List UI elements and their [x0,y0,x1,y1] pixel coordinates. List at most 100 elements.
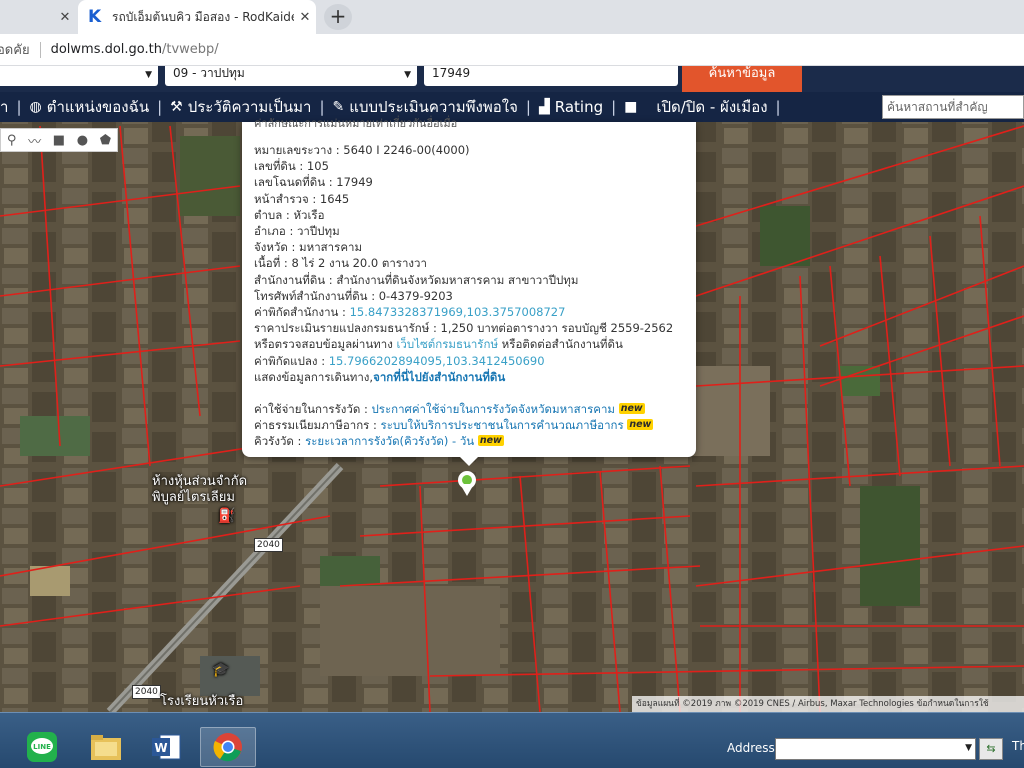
survey-fee-label: ค่าใช้จ่ายในการรังวัด : [254,402,372,417]
globe-icon: ◍ [29,99,42,115]
route-prefix: แสดงข้อมูลการเดินทาง, [254,369,374,384]
parcel-info-popup: ค่าลักษณะการแม่นหมายเท่าเกี่ยวกันอื่อเมื… [242,117,696,457]
word-app-icon: W [152,734,181,760]
polygon-tool-icon[interactable]: ⬟ [100,133,111,148]
chrome-app-button[interactable] [200,727,256,767]
close-icon[interactable]: ✕ [54,10,76,25]
survey-fee-row: ค่าใช้จ่ายในการรังวัด : ประกาศค่าใช้จ่าย… [254,401,696,417]
office-coordinate-label: ค่าพิกัดสำนักงาน : [254,305,350,320]
chrome-app-icon [213,733,242,762]
svg-text:LINE: LINE [33,743,51,751]
new-tab-button[interactable]: + [324,4,352,30]
survey-queue-link[interactable]: ระยะเวลาการรังวัด(คิวรังวัด) - วัน [305,434,474,448]
toolbar-item-city-plan-toggle[interactable]: ■ เปิด/ปิด - ผังเมือง [624,95,767,119]
edit-form-icon: ✎ [332,99,345,115]
web-content: ▼ 09 - วาปปทุม ▼ 17949 ค้นหาข้อมูล ำ | ◍… [0,66,1024,712]
district-select-value: 09 - วาปปทุม [173,66,245,80]
survey-page: หน้าสำรวจ : 1645 [254,191,350,206]
line-tool-icon[interactable]: 〰 [28,131,41,150]
parcel-coordinate-row: ค่าพิกัดแปลง : 15.7966202894095,103.3412… [254,353,696,369]
appraisal-price: ราคาประเมินรายแปลงกรมธนารักษ์ : 1,250 บา… [254,321,674,336]
search-data-button[interactable]: ค้นหาข้อมูล [682,66,802,92]
tab-previous[interactable]: ✕ [0,0,76,34]
url-path[interactable]: /tvwebp/ [162,42,219,57]
land-office: สำนักงานที่ดิน : สำนักงานที่ดินจังหวัดมห… [254,272,579,287]
tab-title: รถบัเอ็มต้นบคิว มือสอง - RodKaidee [112,9,294,24]
tax-fee-row: ค่าธรรมเนียมภาษีอากร : ระบบให้บริการประช… [254,417,696,433]
windows-taskbar: LINE W Address ▼ ⇆ Th [0,712,1024,768]
chevron-down-icon[interactable]: ▼ [965,743,972,753]
province-select[interactable]: ▼ [0,66,158,86]
chart-icon: ▟ [538,99,550,115]
file-explorer-button[interactable] [82,727,130,767]
treasury-check-suffix: หรือติดต่อสำนักงานที่ดิน [498,337,623,352]
toolbar-item-home-label: ำ [0,98,9,116]
land-number: เลขที่ดิน : 105 [254,159,329,174]
toolbar-item-my-location[interactable]: ◍ ตำแหน่งของฉัน [30,95,150,119]
security-status[interactable]: อดคัย [0,39,30,60]
subdistrict: ตำบล : หัวเรือ [254,207,325,222]
toolbar-item-city-plan-label: เปิด/ปิด - ผังเมือง [656,98,768,116]
office-coordinate-link[interactable]: 15.8473328371969,103.3757008727 [350,305,566,319]
office-phone: โทรศัพท์สำนักงานที่ดิน : 0-4379-9203 [254,288,453,303]
new-badge: new [627,419,654,431]
district: อำเภอ : วาปีปทุม [254,224,340,239]
line-app-button[interactable]: LINE [18,727,66,767]
deed-number: เลขโฉนดที่ดิน : 17949 [254,175,373,190]
province: จังหวัด : มหาสารคาม [254,240,363,255]
tax-fee-label: ค่าธรรมเนียมภาษีอากร : [254,418,381,433]
file-explorer-icon [91,735,121,760]
route-to-office-link[interactable]: จากที่นี่ไปยังสำนักงานที่ดิน [373,370,505,384]
treasury-check-row: หรือตรวจสอบข้อมูลผ่านทาง เว็บไซต์กรมธนาร… [254,336,696,352]
rectangle-tool-icon[interactable]: ■ [53,133,65,148]
parcel-number-input[interactable]: 17949 [424,66,678,86]
land-area: เนื้อที่ : 8 ไร่ 2 งาน 20.0 ตารางวา [254,256,427,271]
road-shield-2040: 2040 [254,538,283,552]
toolbar-divider: | [319,98,325,116]
chevron-down-icon: ▼ [404,70,411,80]
district-select[interactable]: 09 - วาปปทุม ▼ [165,66,417,86]
toolbar-item-home[interactable]: ำ [0,95,8,119]
route-row: แสดงข้อมูลการเดินทาง,จากที่นี่ไปยังสำนัก… [254,369,696,385]
tools-icon: ⚒ [170,99,183,115]
new-badge: new [477,435,504,447]
close-icon[interactable]: ✕ [294,10,316,25]
parcel-coordinate-label: ค่าพิกัดแปลง : [254,353,329,368]
survey-queue-row: คิวรังวัด : ระยะเวลาการรังวัด(คิวรังวัด)… [254,433,696,449]
tab-rodkaidee[interactable]: K รถบัเอ็มต้นบคิว มือสอง - RodKaidee ✕ [78,0,316,34]
parcel-search-row: ▼ 09 - วาปปทุม ▼ 17949 ค้นหาข้อมูล [0,66,1024,92]
toolbar-divider: | [157,98,163,116]
tray-clock: Th [1012,739,1024,753]
address-bar[interactable]: อดคัย dolwms.dol.go.th /tvwebp/ [0,34,1024,66]
treasury-check-prefix: หรือตรวจสอบข้อมูลผ่านทาง [254,337,397,352]
place-search-input[interactable]: ค้นหาสถานที่สำคัญ [882,95,1024,119]
taskbar-address-go-button[interactable]: ⇆ [979,738,1003,760]
svg-text:W: W [154,741,167,755]
road-shield-2040: 2040 [132,685,161,699]
survey-fee-link[interactable]: ประกาศค่าใช้จ่ายในการรังวัดจังหวัดมหาสาร… [371,402,615,416]
office-coordinate-row: ค่าพิกัดสำนักงาน : 15.8473328371969,103.… [254,304,696,320]
main-toolbar: ำ | ◍ ตำแหน่งของฉัน | ⚒ ประวัติความเป็นม… [0,92,1024,122]
toolbar-item-rating-label: Rating [554,98,604,116]
toolbar-divider: | [775,98,781,116]
word-app-button[interactable]: W [142,727,190,767]
url-host[interactable]: dolwms.dol.go.th [51,42,162,57]
marker-tool-icon[interactable]: ⚲ [7,133,17,148]
treasury-website-link[interactable]: เว็บไซต์กรมธนารักษ์ [397,337,499,351]
map-label-school: โรงเรียนหัวเรือ [160,694,244,709]
toolbar-item-my-location-label: ตำแหน่งของฉัน [46,98,150,116]
new-badge: new [618,403,645,415]
tax-fee-link[interactable]: ระบบให้บริการประชาชนในการคำนวณภาษีอากร [381,418,624,432]
map-attribution: ข้อมูลแผนที่ ©2019 ภาพ ©2019 CNES / Airb… [632,696,1024,712]
drawing-tools: ⚲ 〰 ■ ● ⬟ [0,128,118,152]
checkbox-icon[interactable]: ■ [624,99,637,115]
survey-queue-label: คิวรังวัด : [254,434,306,449]
parcel-coordinate-link[interactable]: 15.7966202894095,103.3412450690 [329,354,545,368]
circle-tool-icon[interactable]: ● [77,133,88,148]
taskbar-address-input[interactable]: ▼ [775,738,976,760]
chevron-down-icon: ▼ [145,70,152,80]
toolbar-divider: | [525,98,531,116]
rodkaidee-favicon-icon: K [88,7,102,27]
toolbar-item-rating[interactable]: ▟ Rating [539,98,603,116]
divider [39,41,41,58]
